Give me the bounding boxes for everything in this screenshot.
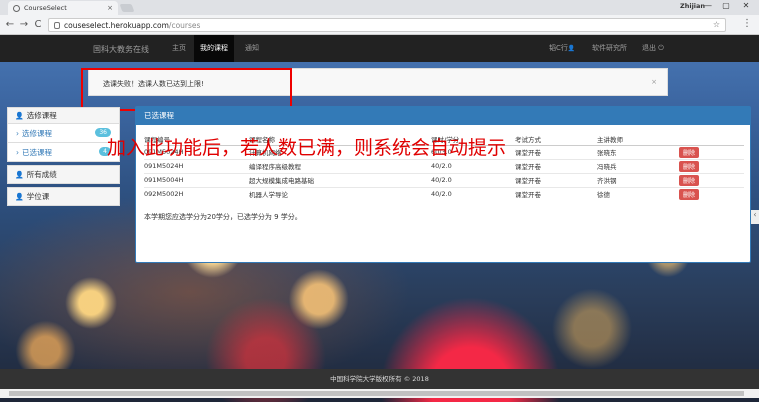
- delete-button[interactable]: 删除: [679, 174, 700, 186]
- delete-button[interactable]: 删除: [679, 146, 700, 158]
- sidebar-group-grades[interactable]: 👤 所有成绩: [7, 165, 120, 184]
- user-icon: 👤: [15, 192, 24, 201]
- table-row: 092M5002H 机器人学导论 40/2.0 课堂开卷 徐德 删除: [144, 186, 744, 201]
- minimize-icon[interactable]: —: [700, 1, 716, 10]
- nav-user[interactable]: 韬C行👤: [549, 35, 575, 62]
- user-icon: 👤: [567, 45, 576, 52]
- chevron-right-icon: ›: [16, 128, 19, 138]
- credit-summary: 本学期您应选学分为20学分，已选学分为 9 学分。: [144, 213, 302, 221]
- url-input[interactable]: couseselect.herokuapp.com/courses ☆: [48, 18, 726, 32]
- course-exam: 课堂开卷: [515, 144, 597, 159]
- table-row: 091M5024H 编译程序高级教程 40/2.0 课堂开卷 冯晓兵 删除: [144, 158, 744, 173]
- annotation-text: 加入此功能后，若人数已满，则系统会自动提示: [107, 137, 507, 159]
- sidebar-heading[interactable]: 👤 选修课程: [7, 107, 120, 124]
- course-id: 091M5004H: [144, 172, 249, 187]
- column-header: [679, 133, 744, 146]
- user-icon: 👤: [15, 170, 24, 179]
- course-credit: 40/2.0: [431, 186, 515, 201]
- delete-button[interactable]: 删除: [679, 160, 700, 172]
- delete-button[interactable]: 删除: [679, 188, 700, 200]
- course-name: 超大规模集成电路基础: [249, 172, 431, 187]
- page-background: 国科大教务在线 主页 我的课程 通知 韬C行👤 软件研究所 退出 ⏻ 选课失败！…: [0, 35, 759, 402]
- maximize-icon[interactable]: ▢: [718, 1, 734, 10]
- nav-institute[interactable]: 软件研究所: [592, 35, 627, 62]
- sidebar-group-label: 学位课: [26, 192, 50, 201]
- user-icon: 👤: [15, 111, 24, 120]
- selected-courses-panel: 已选课程 课程编号 课程名称 课时/学分 考试方式 主讲教师 091M5024H…: [135, 106, 751, 263]
- panel-title: 已选课程: [136, 107, 750, 125]
- course-teacher: 徐德: [597, 186, 679, 201]
- nav-home[interactable]: 主页: [166, 35, 192, 62]
- column-header: 主讲教师: [597, 133, 679, 146]
- scrollbar-thumb[interactable]: [9, 391, 744, 396]
- chevron-left-icon[interactable]: ‹: [751, 210, 759, 224]
- user-name: 韬C行: [549, 44, 568, 52]
- course-name: 机器人学导论: [249, 186, 431, 201]
- reload-icon[interactable]: C: [32, 19, 44, 30]
- sidebar: 👤 选修课程 › 选修课程 36 › 已选课程 4 👤 所有成绩 👤 学位课: [7, 107, 120, 206]
- window-close-icon[interactable]: ✕: [738, 1, 754, 10]
- new-tab-button[interactable]: [119, 4, 135, 12]
- nav-my-courses[interactable]: 我的课程: [194, 35, 234, 62]
- course-exam: 课堂开卷: [515, 158, 597, 173]
- back-icon[interactable]: ←: [4, 19, 16, 30]
- sidebar-heading-label: 选修课程: [26, 111, 57, 120]
- course-teacher: 张晓东: [597, 144, 679, 159]
- top-navbar: 国科大教务在线 主页 我的课程 通知 韬C行👤 软件研究所 退出 ⏻: [0, 35, 759, 62]
- nav-notices[interactable]: 通知: [239, 35, 265, 62]
- logout-label: 退出: [642, 44, 656, 52]
- nav-logout[interactable]: 退出 ⏻: [642, 35, 664, 62]
- lock-icon: [54, 21, 60, 29]
- course-credit: 40/2.0: [431, 158, 515, 173]
- course-credit: 40/2.0: [431, 172, 515, 187]
- url-path: /courses: [168, 20, 201, 30]
- sidebar-item-label: 已选课程: [22, 147, 52, 157]
- course-id: 091M5024H: [144, 158, 249, 173]
- globe-icon: [13, 4, 20, 12]
- power-icon: ⏻: [658, 44, 664, 52]
- sidebar-group-label: 所有成绩: [26, 170, 57, 179]
- table-row: 091M5004H 超大规模集成电路基础 40/2.0 课堂开卷 齐洪钢 删除: [144, 172, 744, 187]
- course-id: 092M5002H: [144, 186, 249, 201]
- alert-close-icon[interactable]: ×: [651, 78, 657, 86]
- course-teacher: 冯晓兵: [597, 158, 679, 173]
- site-brand[interactable]: 国科大教务在线: [93, 44, 149, 55]
- horizontal-scrollbar[interactable]: [0, 389, 759, 398]
- sidebar-item-label: 选修课程: [22, 128, 52, 138]
- sidebar-item-selected[interactable]: › 已选课程 4: [7, 143, 120, 162]
- browser-menu-icon[interactable]: ⋮: [742, 18, 752, 29]
- chevron-right-icon: ›: [16, 147, 19, 157]
- course-exam: 课堂开卷: [515, 172, 597, 187]
- browser-tab-bar: CourseSelect × Zhijian — ▢ ✕: [0, 0, 759, 15]
- highlight-box: [81, 68, 292, 111]
- close-tab-icon[interactable]: ×: [107, 4, 113, 12]
- footer: 中国科学院大学版权所有 © 2018: [0, 369, 759, 389]
- course-name: 编译程序高级教程: [249, 158, 431, 173]
- browser-tab[interactable]: CourseSelect ×: [8, 1, 118, 15]
- forward-icon[interactable]: →: [18, 19, 30, 30]
- sidebar-item-elective[interactable]: › 选修课程 36: [7, 124, 120, 143]
- column-header: 考试方式: [515, 133, 597, 146]
- sidebar-group-degree[interactable]: 👤 学位课: [7, 187, 120, 206]
- course-exam: 课堂开卷: [515, 186, 597, 201]
- course-teacher: 齐洪钢: [597, 172, 679, 187]
- tab-title: CourseSelect: [24, 4, 67, 12]
- bookmark-star-icon[interactable]: ☆: [713, 20, 720, 29]
- url-host: couseselect.herokuapp.com: [64, 20, 169, 30]
- address-bar: ← → C couseselect.herokuapp.com/courses …: [0, 15, 759, 35]
